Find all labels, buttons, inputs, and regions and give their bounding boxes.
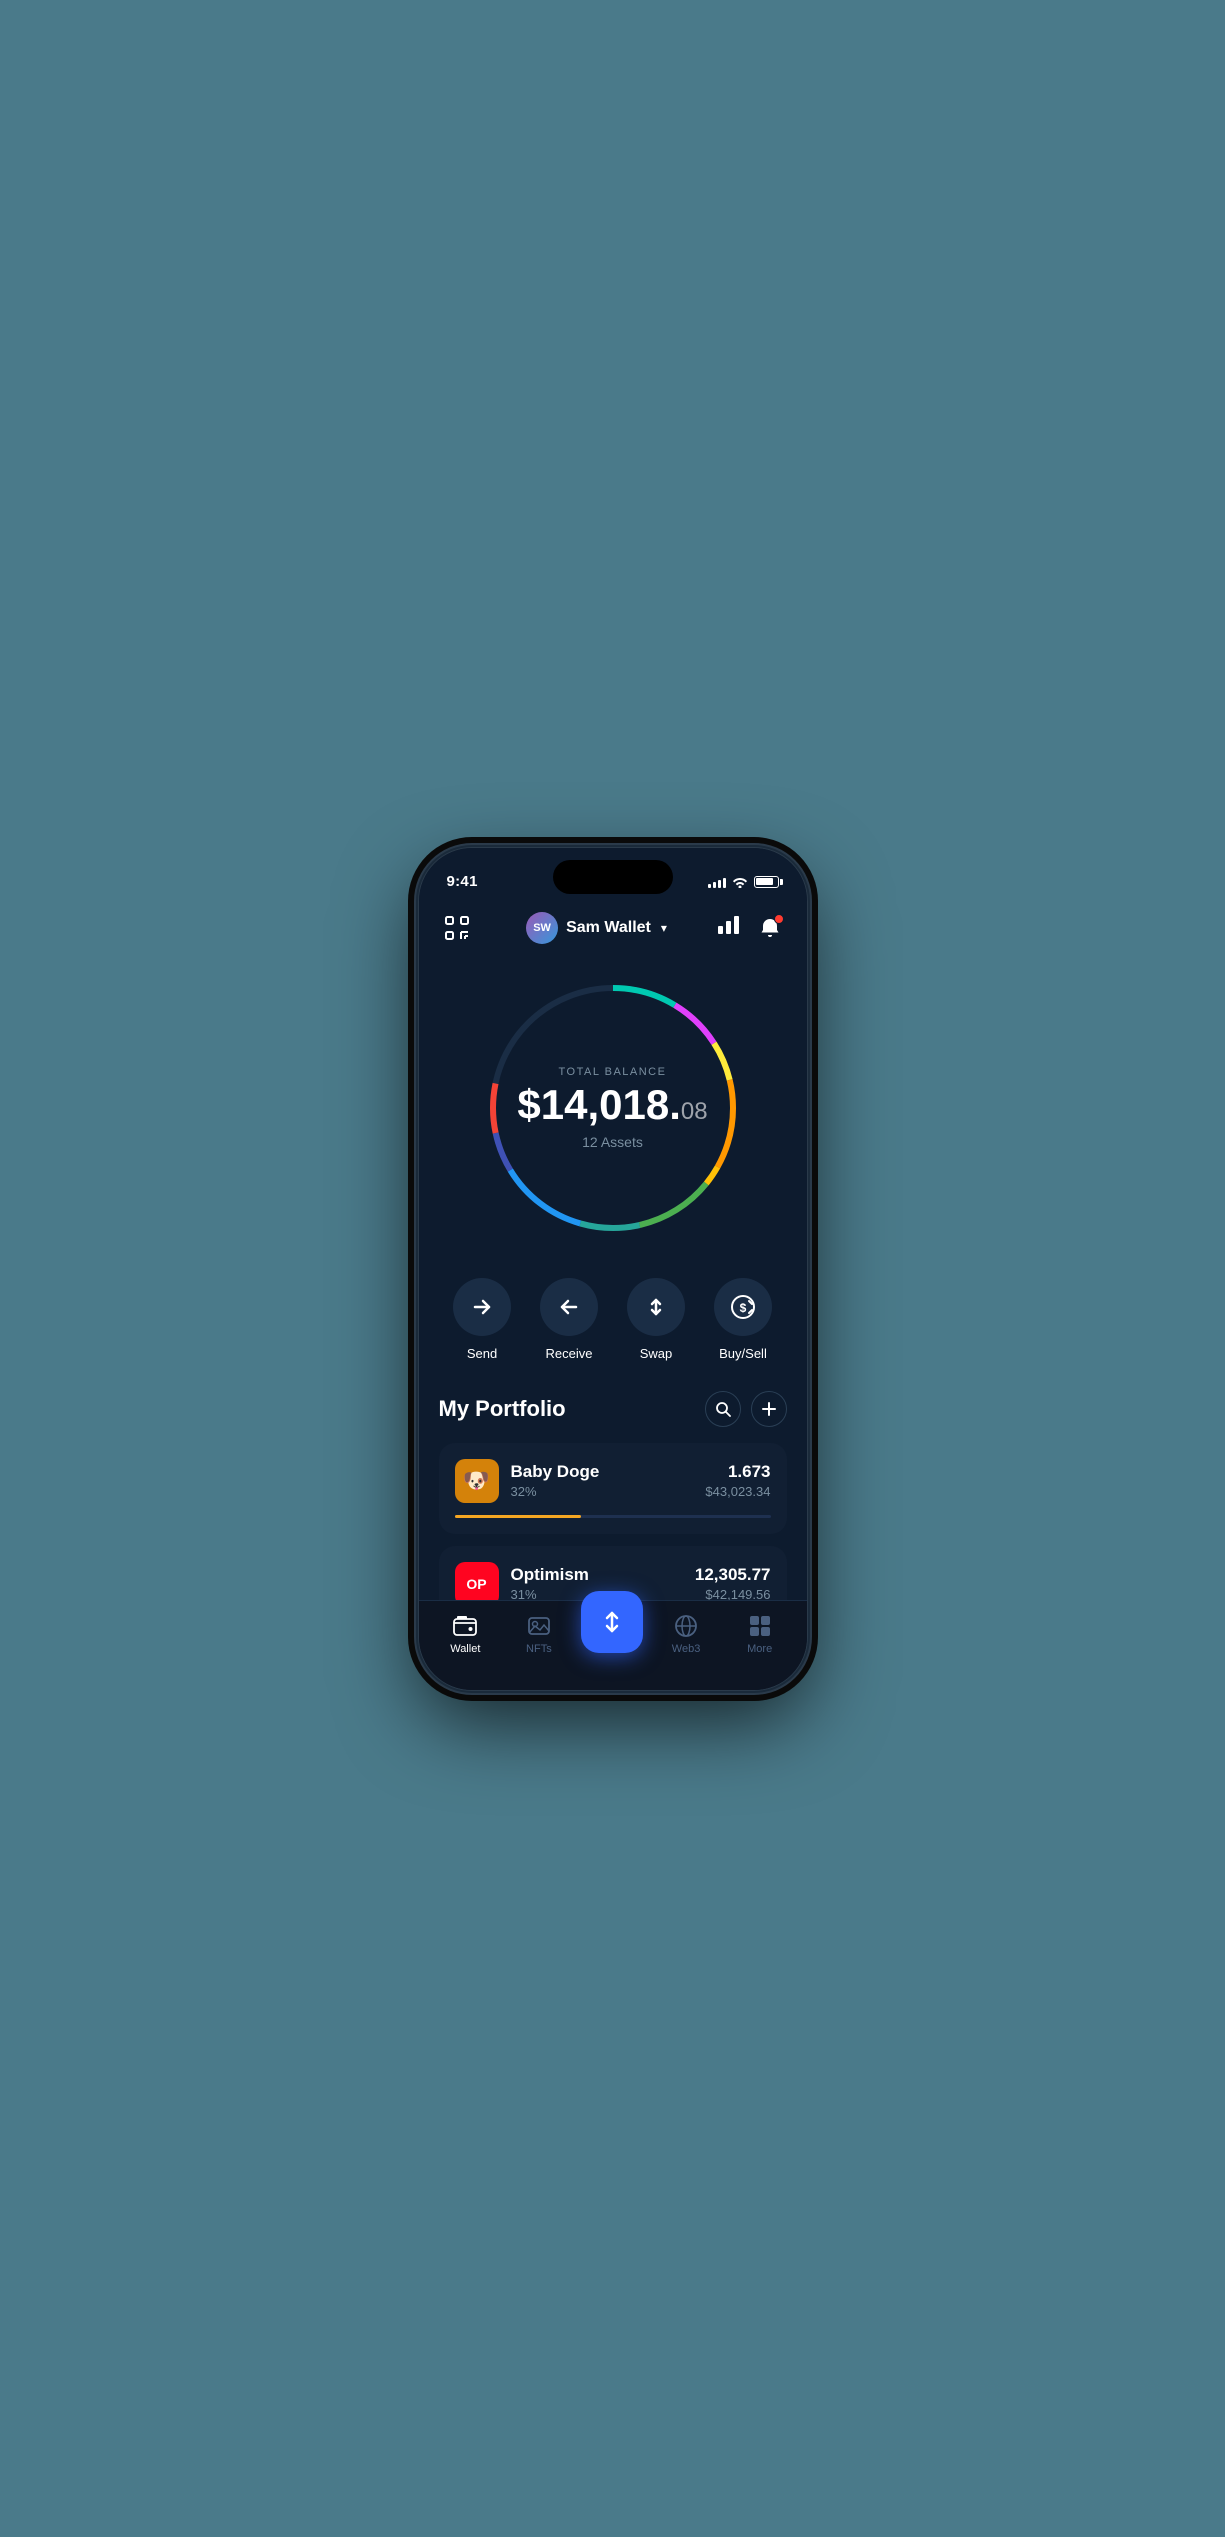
swap-icon — [627, 1278, 685, 1336]
portfolio-header: My Portfolio — [439, 1391, 787, 1427]
more-nav-label: More — [747, 1643, 772, 1655]
phone-screen: 9:41 — [419, 848, 807, 1690]
battery-icon — [754, 876, 779, 888]
balance-info: TOTAL BALANCE $14,018.08 12 Assets — [513, 1066, 713, 1150]
wallet-nav-label: Wallet — [450, 1643, 480, 1655]
nav-more[interactable]: More — [723, 1613, 797, 1655]
action-buttons: Send Receive — [419, 1268, 807, 1381]
phone-frame: 9:41 — [418, 847, 808, 1691]
more-icon — [747, 1613, 773, 1639]
balance-label: TOTAL BALANCE — [513, 1066, 713, 1078]
asset-right-optimism: 12,305.77 $42,149.56 — [695, 1565, 771, 1602]
receive-button[interactable]: Receive — [540, 1278, 598, 1361]
asset-card-baby-doge[interactable]: 🐶 Baby Doge 32% 1.673 $43,023.34 — [439, 1443, 787, 1534]
web3-nav-label: Web3 — [672, 1643, 701, 1655]
asset-info-baby-doge: Baby Doge 32% — [511, 1462, 600, 1499]
chart-button[interactable] — [718, 916, 740, 939]
swap-fab-button[interactable] — [581, 1591, 643, 1653]
add-asset-button[interactable] — [751, 1391, 787, 1427]
balance-section: TOTAL BALANCE $14,018.08 12 Assets — [419, 958, 807, 1268]
dynamic-island — [553, 860, 673, 894]
wallet-name: Sam Wallet — [566, 919, 651, 937]
swap-button[interactable]: Swap — [627, 1278, 685, 1361]
balance-circle: TOTAL BALANCE $14,018.08 12 Assets — [473, 968, 753, 1248]
balance-amount: $14,018.08 — [513, 1084, 713, 1126]
status-time: 9:41 — [447, 873, 478, 890]
buysell-label: Buy/Sell — [719, 1346, 767, 1361]
asset-row-baby-doge: 🐶 Baby Doge 32% 1.673 $43,023.34 — [455, 1459, 771, 1503]
baby-doge-name: Baby Doge — [511, 1462, 600, 1482]
chevron-down-icon: ▾ — [661, 921, 667, 935]
baby-doge-percent: 32% — [511, 1484, 600, 1499]
asset-right-baby-doge: 1.673 $43,023.34 — [705, 1462, 770, 1499]
wallet-icon — [452, 1613, 478, 1639]
balance-main: $14,018. — [517, 1081, 681, 1128]
baby-doge-amount: 1.673 — [705, 1462, 770, 1482]
baby-doge-logo: 🐶 — [455, 1459, 499, 1503]
balance-cents: 08 — [681, 1098, 708, 1125]
send-button[interactable]: Send — [453, 1278, 511, 1361]
baby-doge-progress-fill — [455, 1515, 581, 1518]
asset-left-baby-doge: 🐶 Baby Doge 32% — [455, 1459, 600, 1503]
buysell-button[interactable]: $ Buy/Sell — [714, 1278, 772, 1361]
receive-icon — [540, 1278, 598, 1336]
nav-web3[interactable]: Web3 — [649, 1613, 723, 1655]
portfolio-title: My Portfolio — [439, 1396, 566, 1422]
web3-icon — [673, 1613, 699, 1639]
send-icon — [453, 1278, 511, 1336]
optimism-amount: 12,305.77 — [695, 1565, 771, 1585]
bottom-nav: Wallet NFTs — [419, 1600, 807, 1690]
notification-dot — [774, 914, 784, 924]
wallet-selector[interactable]: SW Sam Wallet ▾ — [526, 912, 667, 944]
notification-button[interactable] — [754, 912, 786, 944]
swap-label: Swap — [640, 1346, 673, 1361]
signal-icon — [708, 876, 726, 888]
nav-nfts[interactable]: NFTs — [502, 1613, 576, 1655]
buysell-icon: $ — [714, 1278, 772, 1336]
nav-wallet[interactable]: Wallet — [429, 1613, 503, 1655]
assets-count: 12 Assets — [513, 1134, 713, 1150]
send-label: Send — [467, 1346, 497, 1361]
nav-swap-center — [576, 1591, 650, 1653]
avatar: SW — [526, 912, 558, 944]
receive-label: Receive — [546, 1346, 593, 1361]
search-button[interactable] — [705, 1391, 741, 1427]
status-icons — [708, 876, 779, 888]
baby-doge-value: $43,023.34 — [705, 1484, 770, 1499]
wifi-icon — [732, 876, 748, 888]
nfts-nav-label: NFTs — [526, 1643, 552, 1655]
portfolio-actions — [705, 1391, 787, 1427]
baby-doge-progress-bg — [455, 1515, 771, 1518]
app-header: SW Sam Wallet ▾ — [419, 902, 807, 958]
optimism-name: Optimism — [511, 1565, 589, 1585]
scan-button[interactable] — [439, 910, 475, 946]
header-right-actions — [718, 912, 786, 944]
nfts-icon — [526, 1613, 552, 1639]
svg-text:$: $ — [740, 1301, 747, 1315]
